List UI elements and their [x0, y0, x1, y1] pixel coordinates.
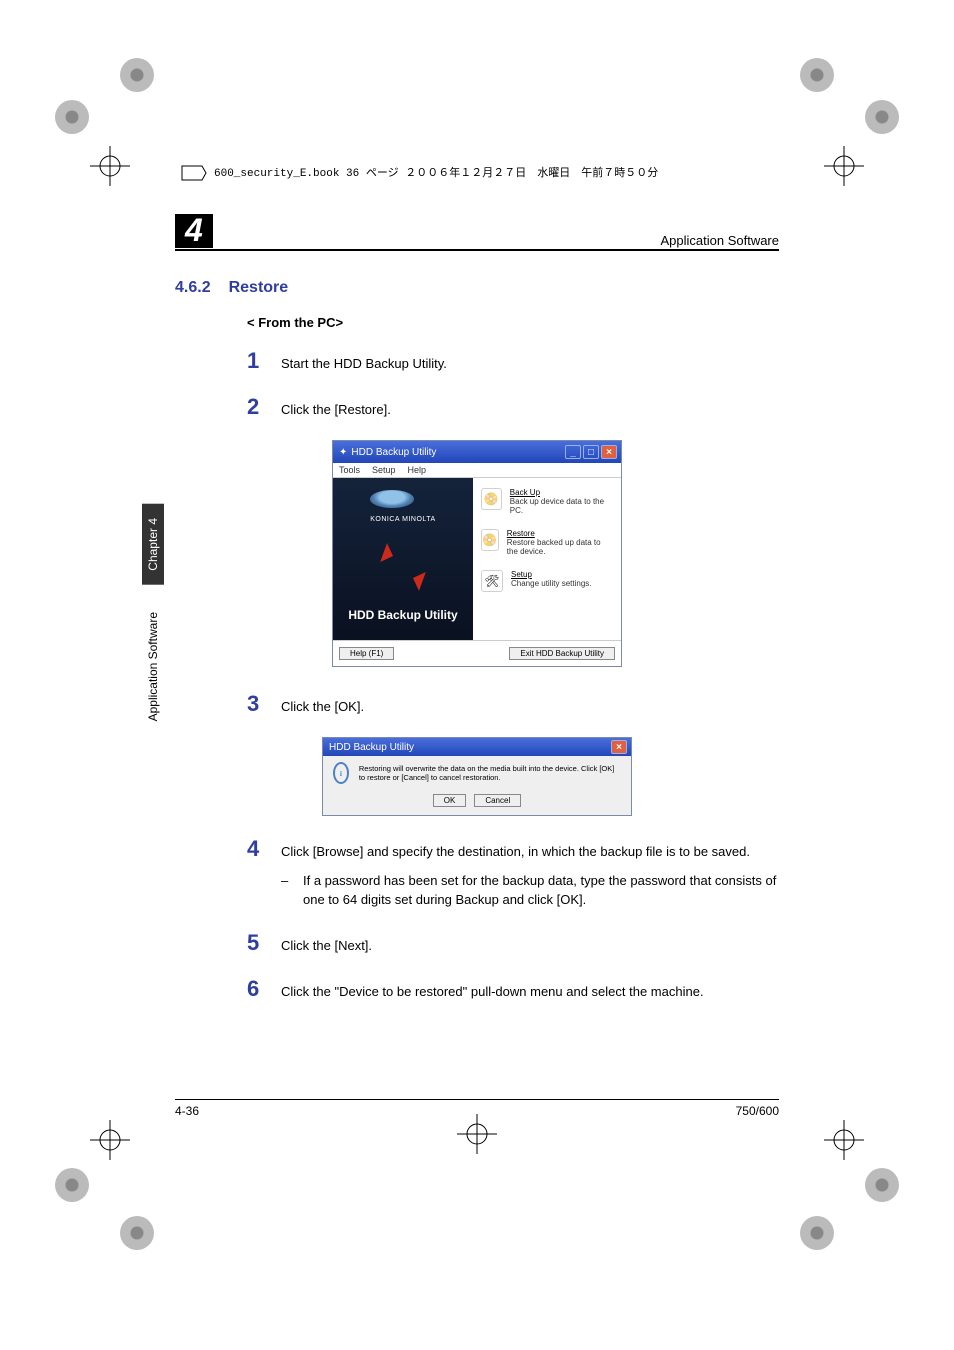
- step-number: 6: [247, 976, 281, 1002]
- step-text: Start the HDD Backup Utility.: [281, 355, 447, 374]
- section-title: Restore: [229, 279, 289, 296]
- menu-help[interactable]: Help: [408, 465, 427, 475]
- app-icon: ✦: [339, 447, 347, 458]
- page-body: 4 Application Software 4.6.2 Restore < Fr…: [175, 196, 779, 1118]
- crop-header-text: 600_security_E.book 36 ページ ２００６年１２月２７日 水…: [214, 168, 658, 180]
- option-backup[interactable]: 📀 Back Up Back up device data to the PC.: [481, 488, 613, 515]
- option-desc: Change utility settings.: [511, 579, 592, 588]
- page-footer: 4-36 750/600: [175, 1099, 779, 1118]
- step-4: 4 Click [Browse] and specify the destina…: [247, 836, 779, 910]
- option-restore[interactable]: 📀 Restore Restore backed up data to the …: [481, 529, 613, 556]
- brand-panel: KONICA MINOLTA HDD Backup Utility: [333, 478, 473, 640]
- crop-disc: [800, 58, 834, 92]
- dialog-message: Restoring will overwrite the data on the…: [359, 764, 621, 782]
- menu-tools[interactable]: Tools: [339, 465, 360, 475]
- option-title: Restore: [507, 529, 613, 538]
- minimize-button[interactable]: _: [565, 445, 581, 459]
- step-number: 1: [247, 348, 281, 374]
- info-icon: i: [333, 762, 349, 784]
- step-text: Click the [Next].: [281, 937, 372, 956]
- help-button[interactable]: Help (F1): [339, 647, 394, 660]
- step-number: 3: [247, 691, 281, 717]
- step-text: Click the "Device to be restored" pull-d…: [281, 983, 704, 1002]
- disc-icon: [370, 490, 414, 508]
- close-button[interactable]: ×: [601, 445, 617, 459]
- step-3: 3 Click the [OK].: [247, 691, 779, 717]
- option-desc: Back up device data to the PC.: [510, 497, 613, 515]
- step-number: 5: [247, 930, 281, 956]
- section-side-tab: Application Software: [142, 598, 164, 735]
- sub-heading: < From the PC>: [247, 315, 779, 330]
- titlebar: HDD Backup Utility ×: [323, 738, 631, 756]
- step-5: 5 Click the [Next].: [247, 930, 779, 956]
- exit-button[interactable]: Exit HDD Backup Utility: [509, 647, 615, 660]
- restore-icon: 📀: [481, 529, 499, 551]
- page-number-right: 750/600: [736, 1104, 779, 1118]
- titlebar: ✦ HDD Backup Utility _ □ ×: [333, 441, 621, 463]
- step-2: 2 Click the [Restore].: [247, 394, 779, 420]
- registration-mark-icon: [90, 1120, 130, 1160]
- option-desc: Restore backed up data to the device.: [507, 538, 613, 556]
- chapter-side-tab: Chapter 4: [142, 504, 164, 585]
- page-header: 4 Application Software: [175, 214, 779, 251]
- maximize-button[interactable]: □: [583, 445, 599, 459]
- menu-setup[interactable]: Setup: [372, 465, 396, 475]
- step-sub-text: If a password has been set for the backu…: [303, 872, 779, 910]
- registration-mark-icon: [457, 1114, 497, 1154]
- backup-icon: 📀: [481, 488, 502, 510]
- screenshot-confirm-dialog: HDD Backup Utility × i Restoring will ov…: [322, 737, 632, 816]
- step-text: Click the [OK].: [281, 698, 364, 717]
- close-button[interactable]: ×: [611, 740, 627, 754]
- step-6: 6 Click the "Device to be restored" pull…: [247, 976, 779, 1002]
- crop-disc: [865, 100, 899, 134]
- window-title: HDD Backup Utility: [329, 742, 414, 753]
- bullet-dash: –: [281, 872, 303, 910]
- crop-disc: [865, 1168, 899, 1202]
- registration-mark-icon: [824, 1120, 864, 1160]
- menu-bar: Tools Setup Help: [333, 463, 621, 478]
- option-title: Back Up: [510, 488, 613, 497]
- chapter-number: 4: [175, 214, 213, 248]
- option-setup[interactable]: 🛠 Setup Change utility settings.: [481, 570, 613, 592]
- section-number: 4.6.2: [175, 279, 211, 296]
- screenshot-main-window: ✦ HDD Backup Utility _ □ × Tools Setup H…: [332, 440, 622, 667]
- crop-disc: [55, 1168, 89, 1202]
- panel-title: HDD Backup Utility: [348, 608, 457, 622]
- page-number-left: 4-36: [175, 1104, 199, 1118]
- ok-button[interactable]: OK: [433, 794, 467, 807]
- crop-disc: [800, 1216, 834, 1250]
- registration-mark-icon: [90, 146, 130, 186]
- step-1: 1 Start the HDD Backup Utility.: [247, 348, 779, 374]
- window-title: HDD Backup Utility: [351, 447, 436, 458]
- brand-label: KONICA MINOLTA: [370, 516, 435, 523]
- setup-icon: 🛠: [481, 570, 503, 592]
- section-heading: 4.6.2 Restore: [175, 279, 779, 297]
- crop-disc: [55, 100, 89, 134]
- crop-disc: [120, 1216, 154, 1250]
- step-number: 4: [247, 836, 281, 862]
- registration-mark-icon: [824, 146, 864, 186]
- step-text: Click [Browse] and specify the destinati…: [281, 843, 779, 910]
- crop-disc: [120, 58, 154, 92]
- option-title: Setup: [511, 570, 592, 579]
- sync-arrows-icon: [377, 540, 429, 592]
- cancel-button[interactable]: Cancel: [474, 794, 521, 807]
- step-number: 2: [247, 394, 281, 420]
- options-panel: 📀 Back Up Back up device data to the PC.…: [473, 478, 621, 640]
- step-text: Click the [Restore].: [281, 401, 391, 420]
- crop-header: 600_security_E.book 36 ページ ２００６年１２月２７日 水…: [180, 164, 658, 182]
- header-section-label: Application Software: [660, 233, 779, 248]
- step-main-text: Click [Browse] and specify the destinati…: [281, 844, 750, 859]
- page-arrow-icon: [180, 164, 208, 182]
